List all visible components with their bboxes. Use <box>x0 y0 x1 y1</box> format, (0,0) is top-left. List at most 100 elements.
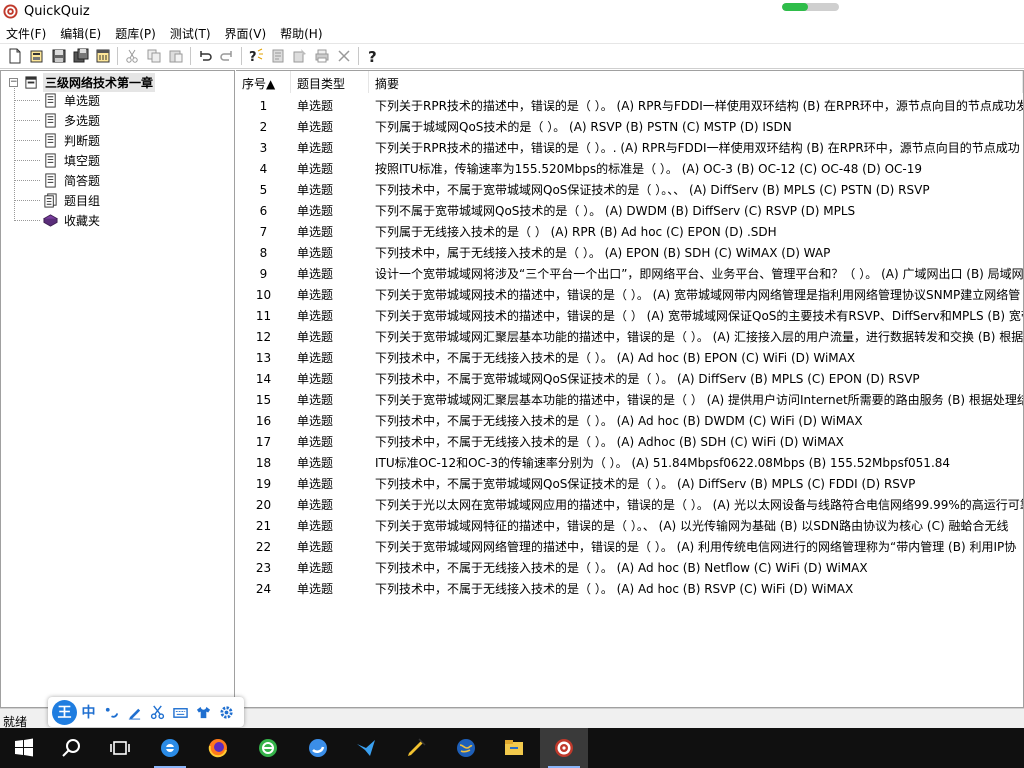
print-icon[interactable] <box>311 45 333 67</box>
tree-root-node[interactable]: − 三级网络技术第一章 <box>9 72 156 92</box>
table-row[interactable]: 2 单选题 下列属于城域网QoS技术的是（ ）。 (A) RSVP (B) PSTN… <box>236 116 1023 137</box>
add-question-icon[interactable]: ? <box>245 45 267 67</box>
menu-test[interactable]: 测试(T) <box>163 23 218 43</box>
table-row[interactable]: 22 单选题 下列关于宽带城域网网络管理的描述中，错误的是（ ）。 (A) 利用传统… <box>236 536 1023 557</box>
question-type: 单选题 <box>297 498 334 512</box>
column-header-number[interactable]: 序号▲ <box>236 71 291 93</box>
table-row[interactable]: 11 单选题 下列关于宽带城域网技术的描述中，错误的是（ ） (A) 宽带城域网保证… <box>236 305 1023 326</box>
table-row[interactable]: 24 单选题 下列技术中，不属于无线接入技术的是（ ）。 (A) Ad hoc (B… <box>236 578 1023 599</box>
tree-connector <box>14 220 40 221</box>
360-browser-icon[interactable] <box>244 728 292 768</box>
table-row[interactable]: 8 单选题 下列技术中，属于无线接入技术的是（ ）。 (A) EPON (B) SD… <box>236 242 1023 263</box>
feishu-app-icon[interactable] <box>342 728 390 768</box>
ime-logo[interactable]: 王 <box>52 699 77 725</box>
save-all-icon[interactable] <box>70 45 92 67</box>
tree-item-fill-blank[interactable]: 填空题 <box>43 151 100 169</box>
tree-item-label: 简答题 <box>64 173 101 188</box>
new-file-icon[interactable] <box>4 45 26 67</box>
menu-question-bank[interactable]: 题库(P) <box>108 23 163 43</box>
help-icon[interactable]: ? <box>362 45 384 67</box>
column-header-summary[interactable]: 摘要 <box>369 71 1023 93</box>
table-row[interactable]: 5 单选题 下列技术中，不属于宽带城域网QoS保证技术的是（ ）。、、 (A) Di… <box>236 179 1023 200</box>
question-summary: 下列不属于宽带城域网QoS技术的是（ ）。 (A) DWDM (B) DiffS… <box>375 204 856 218</box>
table-row[interactable]: 4 单选题 按照ITU标准，传输速率为155.520Mbps的标准是（ ）。 (A)… <box>236 158 1023 179</box>
question-number: 10 <box>255 287 272 302</box>
table-row[interactable]: 20 单选题 下列关于光以太网在宽带城域网应用的描述中，错误的是（ ）。 (A) 光… <box>236 494 1023 515</box>
table-row[interactable]: 6 单选题 下列不属于宽带城域网QoS技术的是（ ）。 (A) DWDM (B) D… <box>236 200 1023 221</box>
table-row[interactable]: 15 单选题 下列关于宽带城域网汇聚层基本功能的描述中，错误的是（ ） (A) 提供… <box>236 389 1023 410</box>
table-row[interactable]: 7 单选题 下列属于无线接入技术的是（ ） (A) RPR (B) Ad hoc (… <box>236 221 1023 242</box>
question-summary: 下列技术中，不属于无线接入技术的是（ ）。 (A) Ad hoc (B) RSV… <box>375 582 854 596</box>
table-row[interactable]: 23 单选题 下列技术中，不属于无线接入技术的是（ ）。 (A) Ad hoc (B… <box>236 557 1023 578</box>
question-type: 单选题 <box>297 330 334 344</box>
cut-icon[interactable] <box>121 45 143 67</box>
table-row[interactable]: 14 单选题 下列技术中，不属于宽带城域网QoS保证技术的是（ ）。 (A) Dif… <box>236 368 1023 389</box>
question-number: 17 <box>255 434 272 449</box>
table-row[interactable]: 13 单选题 下列技术中，不属于无线接入技术的是（ ）。 (A) Ad hoc (B… <box>236 347 1023 368</box>
tree-item-label: 多选题 <box>64 113 101 128</box>
tree-item-label: 题目组 <box>64 193 101 208</box>
toolbar-separator <box>241 47 242 65</box>
table-row[interactable]: 10 单选题 下列关于宽带城域网技术的描述中，错误的是（ ）。 (A) 宽带城域网带… <box>236 284 1023 305</box>
tree-item-question-group[interactable]: 题目组 <box>43 191 100 209</box>
tree-item-favorites[interactable]: 收藏夹 <box>43 211 100 229</box>
table-row[interactable]: 12 单选题 下列关于宽带城域网汇聚层基本功能的描述中，错误的是（ ）。 (A) 汇… <box>236 326 1023 347</box>
search-icon[interactable] <box>48 728 96 768</box>
tree-item-true-false[interactable]: 判断题 <box>43 131 100 149</box>
redo-icon[interactable] <box>216 45 238 67</box>
close-x-icon[interactable] <box>333 45 355 67</box>
menu-edit[interactable]: 编辑(E) <box>53 23 108 43</box>
table-row[interactable]: 1 单选题 下列关于RPR技术的描述中，错误的是（ ）。 (A) RPR与FDDI一… <box>236 95 1023 116</box>
table-row[interactable]: 3 单选题 下列关于RPR技术的描述中，错误的是（ ）。. (A) RPR与FDDI… <box>236 137 1023 158</box>
toolbar-separator <box>190 47 191 65</box>
table-row[interactable]: 21 单选题 下列关于宽带城域网特征的描述中，错误的是（ ）。、 (A) 以光传输网… <box>236 515 1023 536</box>
firefox-icon[interactable] <box>194 728 242 768</box>
document-icon <box>45 152 56 168</box>
tree-item-multi-choice[interactable]: 多选题 <box>43 111 100 129</box>
table-row[interactable]: 16 单选题 下列技术中，不属于无线接入技术的是（ ）。 (A) Ad hoc (B… <box>236 410 1023 431</box>
menu-help[interactable]: 帮助(H) <box>273 23 329 43</box>
skin-shirt-icon[interactable] <box>192 700 215 724</box>
menu-view[interactable]: 界面(V) <box>218 23 274 43</box>
keyboard-icon[interactable] <box>169 700 192 724</box>
question-type: 单选题 <box>297 141 334 155</box>
open-icon[interactable] <box>26 45 48 67</box>
question-number: 16 <box>255 413 272 428</box>
menu-file[interactable]: 文件(F) <box>0 23 53 43</box>
sogou-browser-icon[interactable] <box>294 728 342 768</box>
paste-icon[interactable] <box>165 45 187 67</box>
quickquiz-app-icon[interactable] <box>540 728 588 768</box>
question-type: 单选题 <box>297 99 334 113</box>
edit-question-icon[interactable] <box>267 45 289 67</box>
task-view-icon[interactable] <box>96 728 144 768</box>
ie-browser-icon[interactable] <box>146 728 194 768</box>
tree-item-single-choice[interactable]: 单选题 <box>43 91 100 109</box>
ime-mode-toggle[interactable]: 中 <box>77 700 100 724</box>
question-summary: 下列技术中，不属于无线接入技术的是（ ）。 (A) Ad hoc (B) DWD… <box>375 414 863 428</box>
table-row[interactable]: 18 单选题 ITU标准OC-12和OC-3的传输速率分别为（ ）。 (A) 51.… <box>236 452 1023 473</box>
save-icon[interactable] <box>48 45 70 67</box>
globe-app-icon[interactable] <box>442 728 490 768</box>
table-row[interactable]: 17 单选题 下列技术中，不属于无线接入技术的是（ ）。 (A) Adhoc (B)… <box>236 431 1023 452</box>
table-row[interactable]: 19 单选题 下列技术中，不属于宽带城域网QoS保证技术的是（ ）。 (A) Dif… <box>236 473 1023 494</box>
collapse-icon[interactable]: − <box>9 77 18 87</box>
question-number: 4 <box>259 161 268 176</box>
scissors-icon[interactable] <box>146 700 169 724</box>
question-number: 7 <box>259 224 268 239</box>
table-row[interactable]: 9 单选题 设计一个宽带城域网将涉及“三个平台一个出口”，即网络平台、业务平台、管理… <box>236 263 1023 284</box>
delete-doc-icon[interactable] <box>289 45 311 67</box>
punctuation-icon[interactable] <box>100 700 123 724</box>
column-header-type[interactable]: 题目类型 <box>291 71 369 93</box>
windows-start-icon[interactable] <box>0 728 48 768</box>
settings-gear-icon[interactable] <box>215 700 238 724</box>
undo-icon[interactable] <box>194 45 216 67</box>
title-bar: QuickQuiz <box>0 0 1024 23</box>
tree-item-short-answer[interactable]: 简答题 <box>43 171 100 189</box>
properties-icon[interactable] <box>92 45 114 67</box>
book-icon <box>25 75 37 89</box>
list-rows: 1 单选题 下列关于RPR技术的描述中，错误的是（ ）。 (A) RPR与FDDI一… <box>236 95 1023 599</box>
copy-icon[interactable] <box>143 45 165 67</box>
handwriting-icon[interactable] <box>123 700 146 724</box>
pencil-app-icon[interactable] <box>392 728 440 768</box>
file-explorer-icon[interactable] <box>490 728 538 768</box>
